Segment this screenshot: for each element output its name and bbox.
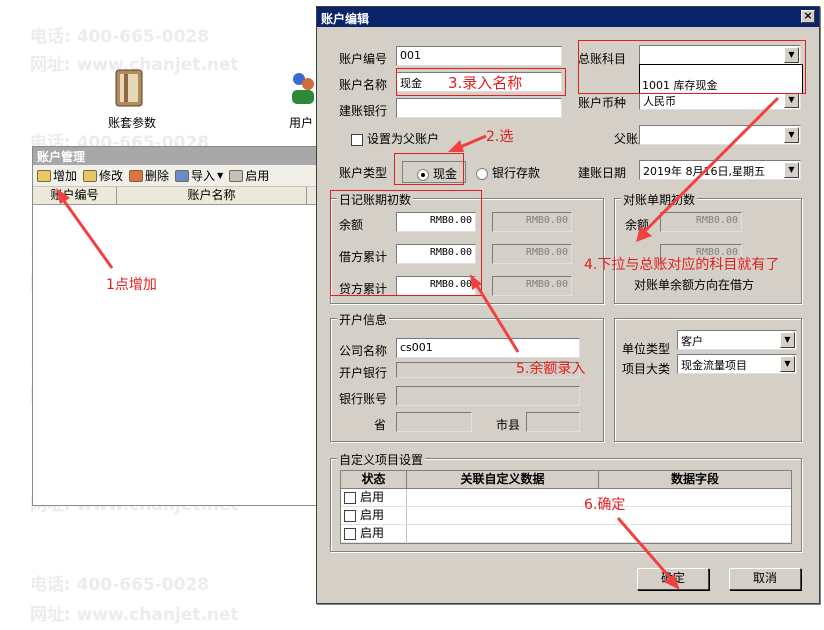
checkbox-icon xyxy=(351,133,363,146)
radio-bank[interactable]: 银行存款 xyxy=(476,164,540,181)
chevron-down-icon[interactable]: ▼ xyxy=(780,356,795,372)
annotation-box-journal xyxy=(330,190,482,296)
custom-items-grid: 状态 关联自定义数据 数据字段 启用 启用 启用 xyxy=(340,470,792,544)
open-date-label: 建账日期 xyxy=(578,166,627,180)
project-select[interactable]: 现金流量项目 ▼ xyxy=(677,354,797,374)
project-label: 项目大类 xyxy=(622,362,671,376)
bank-label: 建账银行 xyxy=(339,104,388,118)
radio-icon xyxy=(476,167,488,180)
parent-checkbox[interactable]: 设置为父账户 xyxy=(351,130,439,147)
row-enable-label: 启用 xyxy=(360,490,385,504)
open-bank-label: 开户银行 xyxy=(339,366,388,380)
ok-button[interactable]: 确定 xyxy=(637,568,709,590)
city-label: 市县 xyxy=(496,418,521,432)
bank-input[interactable] xyxy=(396,98,562,118)
recon-balance-label: 余额 xyxy=(625,218,650,232)
col-data-field[interactable]: 数据字段 xyxy=(599,471,791,488)
step3-note: 3.录入名称 xyxy=(448,74,523,92)
step6-note: 6.确定 xyxy=(584,497,626,513)
unit-type-value: 客户 xyxy=(681,335,703,348)
row-enable-label: 启用 xyxy=(360,508,385,522)
step1-note: 1点增加 xyxy=(106,277,157,293)
credit-disabled: RMB0.00 xyxy=(492,276,572,296)
checkbox-icon[interactable] xyxy=(344,509,356,522)
bank-account-label: 银行账号 xyxy=(339,392,388,406)
annotation-box-gl xyxy=(578,40,806,94)
project-value: 现金流量项目 xyxy=(681,359,747,372)
company-input[interactable]: cs001 xyxy=(396,338,580,358)
open-date-picker[interactable]: 2019年 8月16日,星期五 ▼ xyxy=(639,160,801,180)
account-no-input[interactable]: 001 xyxy=(396,46,562,66)
company-label: 公司名称 xyxy=(339,344,388,358)
opening-group-title: 开户信息 xyxy=(337,311,390,328)
account-no-label: 账户编号 xyxy=(339,52,388,66)
chevron-down-icon[interactable]: ▼ xyxy=(780,332,795,348)
account-name-label: 账户名称 xyxy=(339,78,388,92)
chevron-down-icon[interactable]: ▼ xyxy=(784,162,799,178)
radio-bank-label: 银行存款 xyxy=(492,166,541,180)
unit-type-label: 单位类型 xyxy=(622,342,671,356)
currency-value: 人民币 xyxy=(643,95,676,108)
table-row[interactable]: 启用 xyxy=(341,525,791,543)
city-input xyxy=(526,412,580,432)
step5-note: 5.余额录入 xyxy=(516,361,586,377)
grid-header: 状态 关联自定义数据 数据字段 xyxy=(341,471,791,489)
open-date-value: 2019年 8月16日,星期五 xyxy=(643,165,765,178)
annotation-box-type xyxy=(394,153,464,185)
balance-disabled: RMB0.00 xyxy=(492,212,572,232)
checkbox-icon[interactable] xyxy=(344,527,356,540)
bank-account-input xyxy=(396,386,580,406)
parent-checkbox-label: 设置为父账户 xyxy=(367,132,440,146)
account-type-label: 账户类型 xyxy=(339,166,388,180)
chevron-down-icon[interactable]: ▼ xyxy=(784,127,799,143)
recon-direction-text: 对账单余额方向在借方 xyxy=(634,278,755,292)
parent-account-select[interactable]: ▼ xyxy=(639,125,801,145)
currency-label: 账户币种 xyxy=(578,96,627,110)
col-custom-data[interactable]: 关联自定义数据 xyxy=(407,471,599,488)
step4-note: 4.下拉与总账对应的科目就有了 xyxy=(584,257,780,273)
unit-type-select[interactable]: 客户 ▼ xyxy=(677,330,797,350)
recon-group-title: 对账单期初数 xyxy=(621,191,698,208)
recon-balance-input: RMB0.00 xyxy=(660,212,742,232)
cancel-button[interactable]: 取消 xyxy=(729,568,801,590)
custom-group-title: 自定义项目设置 xyxy=(337,451,426,468)
debit-disabled: RMB0.00 xyxy=(492,244,572,264)
table-row[interactable]: 启用 xyxy=(341,489,791,507)
checkbox-icon[interactable] xyxy=(344,491,356,504)
col-status[interactable]: 状态 xyxy=(341,471,407,488)
province-label: 省 xyxy=(374,418,387,432)
table-row[interactable]: 启用 xyxy=(341,507,791,525)
row-enable-label: 启用 xyxy=(360,526,385,540)
province-input xyxy=(396,412,472,432)
chevron-down-icon[interactable]: ▼ xyxy=(784,92,799,108)
step2-note: 2.选 xyxy=(486,129,514,145)
